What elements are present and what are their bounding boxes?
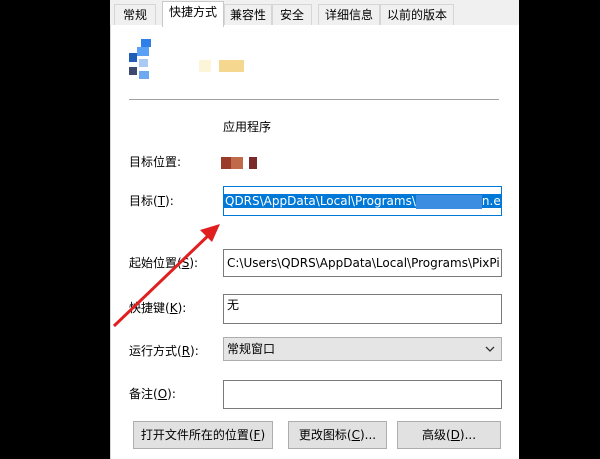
tab-shortcut[interactable]: 快捷方式 bbox=[162, 1, 224, 27]
red-arrow bbox=[112, 224, 220, 328]
